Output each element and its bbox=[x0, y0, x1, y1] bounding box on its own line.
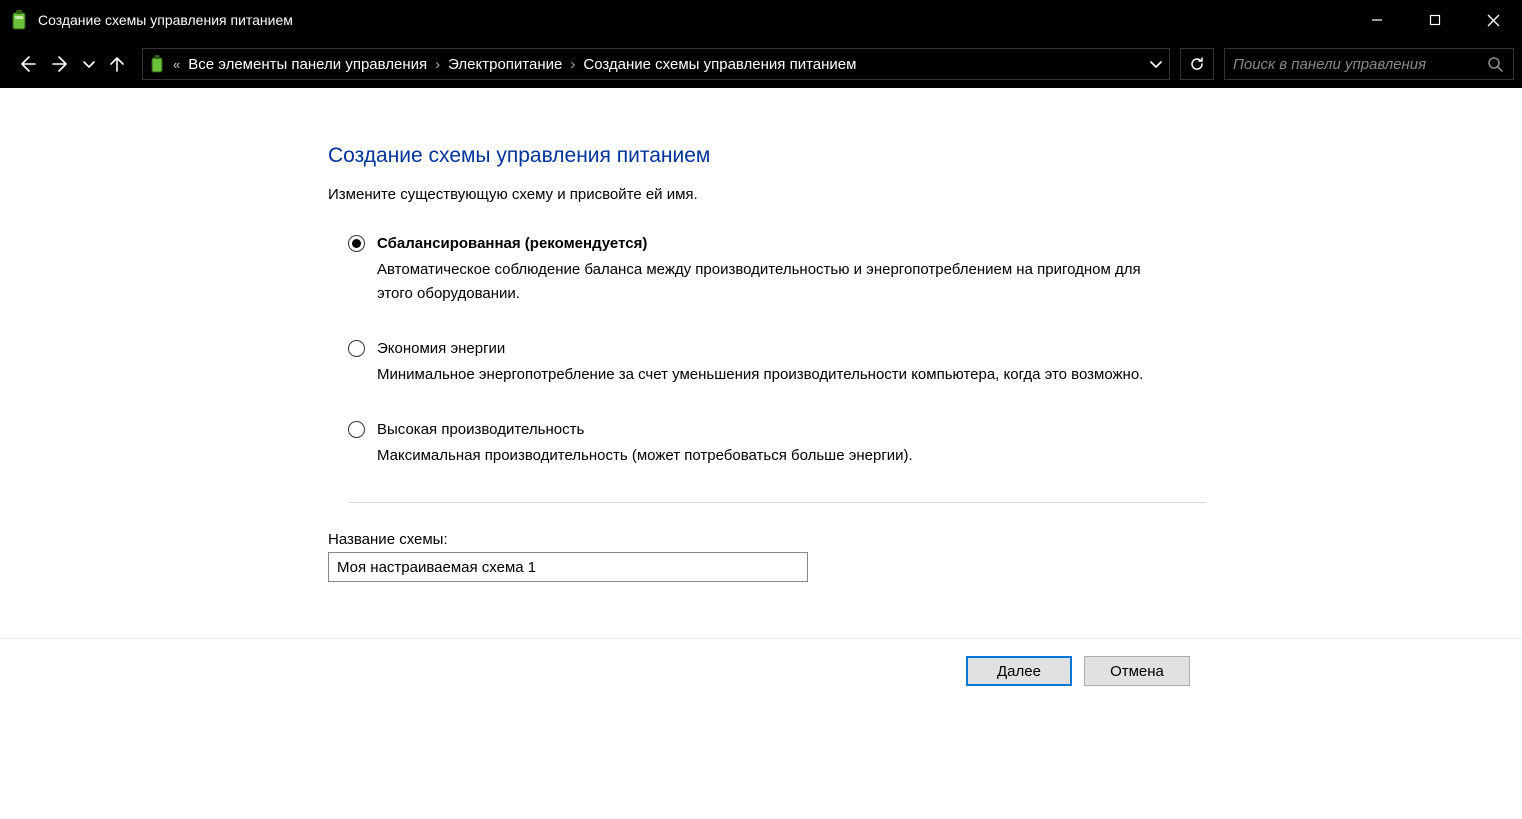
chevron-down-icon bbox=[82, 57, 96, 71]
radio-balanced[interactable] bbox=[348, 235, 365, 252]
breadcrumb-item-2[interactable]: Создание схемы управления питанием bbox=[583, 56, 856, 73]
search-box bbox=[1224, 48, 1514, 80]
window-icon bbox=[0, 9, 38, 31]
plan-label[interactable]: Сбалансированная (рекомендуется) bbox=[377, 235, 647, 252]
chevron-right-icon[interactable]: › bbox=[570, 56, 575, 73]
search-icon bbox=[1487, 56, 1503, 72]
plan-description: Минимальное энергопотребление за счет ум… bbox=[377, 363, 1167, 387]
plan-label[interactable]: Экономия энергии bbox=[377, 340, 505, 357]
battery-icon bbox=[10, 9, 28, 31]
footer-separator bbox=[0, 638, 1522, 639]
plan-name-input[interactable] bbox=[328, 552, 808, 582]
titlebar: Создание схемы управления питанием bbox=[0, 0, 1522, 40]
next-button[interactable]: Далее bbox=[966, 656, 1072, 686]
maximize-button[interactable] bbox=[1406, 0, 1464, 40]
forward-button[interactable] bbox=[46, 48, 76, 80]
cancel-button[interactable]: Отмена bbox=[1084, 656, 1190, 686]
radio-power-saver[interactable] bbox=[348, 340, 365, 357]
plan-label[interactable]: Высокая производительность bbox=[377, 421, 584, 438]
search-button[interactable] bbox=[1485, 54, 1505, 74]
breadcrumb-item-1[interactable]: Электропитание bbox=[448, 56, 562, 73]
plan-description: Максимальная производительность (может п… bbox=[377, 444, 1167, 468]
window-title: Создание схемы управления питанием bbox=[38, 12, 1348, 28]
plan-option-power-saver: Экономия энергии Минимальное энергопотре… bbox=[348, 340, 1190, 387]
close-icon bbox=[1487, 14, 1500, 27]
arrow-right-icon bbox=[51, 54, 71, 74]
plan-option-high-performance: Высокая производительность Максимальная … bbox=[348, 421, 1190, 468]
search-input[interactable] bbox=[1233, 56, 1485, 73]
arrow-left-icon bbox=[17, 54, 37, 74]
page-instruction: Измените существующую схему и присвойте … bbox=[328, 186, 1190, 203]
recent-locations-button[interactable] bbox=[80, 48, 98, 80]
minimize-icon bbox=[1371, 14, 1383, 26]
plan-name-label: Название схемы: bbox=[328, 531, 1190, 548]
maximize-icon bbox=[1429, 14, 1441, 26]
chevron-down-icon[interactable] bbox=[1149, 57, 1163, 71]
battery-icon bbox=[149, 54, 165, 74]
chevron-right-icon[interactable]: › bbox=[435, 56, 440, 73]
plan-description: Автоматическое соблюдение баланса между … bbox=[377, 258, 1167, 306]
plan-option-balanced: Сбалансированная (рекомендуется) Автомат… bbox=[348, 235, 1190, 306]
close-button[interactable] bbox=[1464, 0, 1522, 40]
address-bar[interactable]: « Все элементы панели управления › Элект… bbox=[142, 48, 1170, 80]
page-title: Создание схемы управления питанием bbox=[328, 144, 1190, 168]
breadcrumb-overflow[interactable]: « bbox=[173, 57, 180, 72]
plan-list: Сбалансированная (рекомендуется) Автомат… bbox=[348, 235, 1190, 503]
window-controls bbox=[1348, 0, 1522, 40]
up-button[interactable] bbox=[102, 48, 132, 80]
breadcrumb-item-0[interactable]: Все элементы панели управления bbox=[188, 56, 427, 73]
content-area: Создание схемы управления питанием Измен… bbox=[0, 88, 1522, 819]
navbar: « Все элементы панели управления › Элект… bbox=[0, 40, 1522, 88]
separator bbox=[348, 502, 1206, 503]
refresh-button[interactable] bbox=[1180, 48, 1214, 80]
plan-name-section: Название схемы: bbox=[328, 531, 1190, 582]
back-button[interactable] bbox=[12, 48, 42, 80]
refresh-icon bbox=[1189, 56, 1205, 72]
radio-high-performance[interactable] bbox=[348, 421, 365, 438]
arrow-up-icon bbox=[108, 55, 126, 73]
footer-buttons: Далее Отмена bbox=[966, 656, 1190, 686]
minimize-button[interactable] bbox=[1348, 0, 1406, 40]
